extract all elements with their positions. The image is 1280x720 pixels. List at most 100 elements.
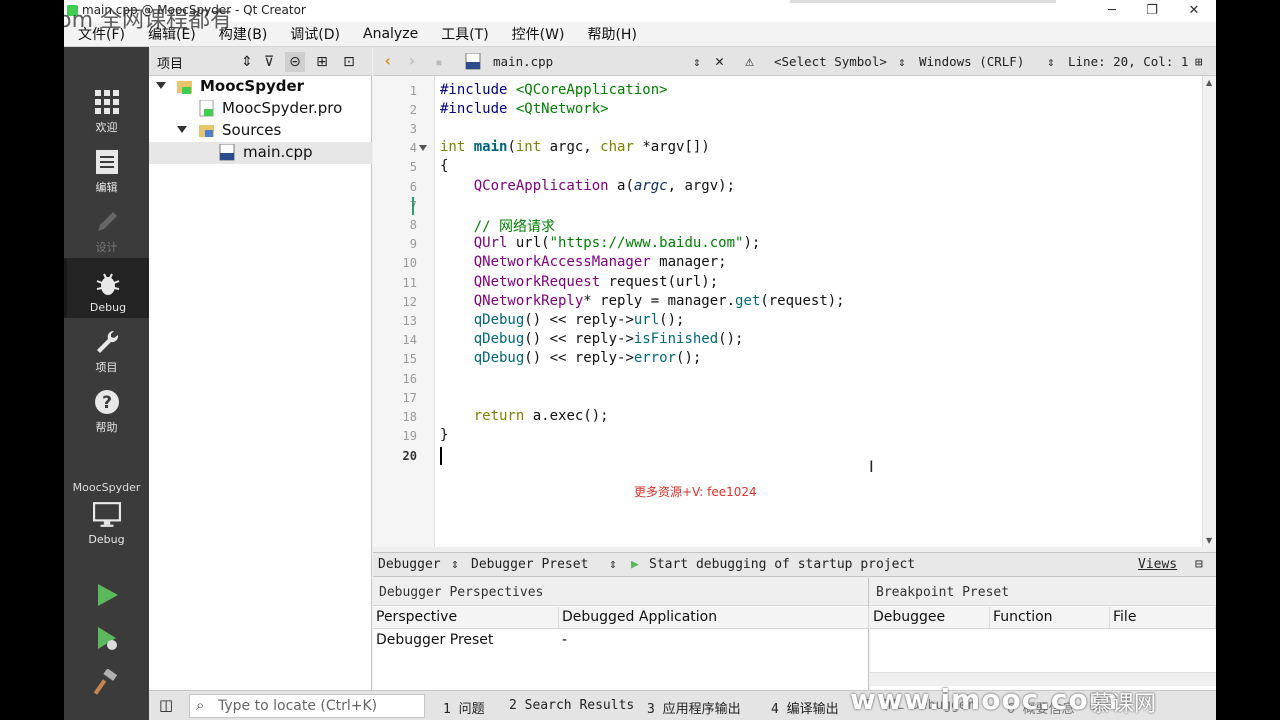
tree-item-pro-file[interactable]: MoocSpyder.pro: [149, 98, 372, 120]
project-pane-toolbar: 项目 ⇕ ⊽ ⊝ ⊞ ⊡: [149, 47, 372, 76]
mode-help[interactable]: ? 帮助: [64, 389, 149, 449]
debugger-preset-selector[interactable]: Debugger Preset: [471, 557, 588, 572]
pencil-icon: [97, 212, 117, 231]
debuggee-column-header[interactable]: Debuggee: [870, 607, 990, 629]
pro-file-name: MoocSpyder.pro: [222, 99, 343, 117]
start-debugging-button[interactable]: Start debugging of startup project: [649, 557, 915, 572]
editor-vertical-scrollbar[interactable]: ▲ ▼: [1202, 76, 1216, 547]
line-number: 14: [402, 333, 417, 347]
help-icon: ?: [94, 390, 119, 414]
tree-item-sources[interactable]: Sources: [149, 120, 372, 142]
split-icon[interactable]: ⊞: [312, 52, 332, 72]
tab-compile-output[interactable]: 4 编译输出: [771, 698, 839, 717]
filter-icon[interactable]: ⊽: [259, 52, 279, 72]
line-number: 4: [409, 141, 417, 155]
cpp-file-icon: [465, 53, 481, 70]
mode-edit[interactable]: 编辑: [64, 149, 149, 209]
forward-icon[interactable]: ›: [407, 51, 417, 70]
toggle-sidebar-icon[interactable]: ◫: [159, 696, 173, 714]
project-pane-title[interactable]: 项目: [157, 53, 183, 72]
close-pane-icon[interactable]: ⊡: [339, 52, 359, 72]
preset-combo-arrows-icon[interactable]: ⇕: [609, 557, 617, 572]
views-button[interactable]: Views: [1138, 557, 1177, 572]
svg-text:?: ?: [102, 393, 112, 413]
application-column-header[interactable]: Debugged Application: [559, 607, 869, 629]
link-icon[interactable]: ⊝: [285, 52, 305, 72]
menu-debug[interactable]: 调试(D): [276, 24, 349, 44]
expand-arrow-icon[interactable]: [156, 82, 166, 89]
scroll-up-icon[interactable]: ▲: [1206, 78, 1212, 87]
line-number: 7: [373, 199, 417, 213]
project-name: MoocSpyder: [200, 77, 305, 95]
mode-welcome[interactable]: 欢迎: [64, 89, 149, 149]
file-combo-arrows-icon[interactable]: ⇕: [693, 54, 701, 69]
close-file-icon[interactable]: ✕: [715, 52, 724, 70]
file-column-header[interactable]: File: [1110, 607, 1216, 629]
editor-toolbar: ‹ › ▪ main.cpp ⇕ ✕ ⚠ <Select Symbol> ⇕ W…: [373, 47, 1216, 76]
ibeam-cursor-icon: I: [869, 457, 874, 476]
code-line: qDebug() << reply->url();: [473, 312, 685, 328]
open-file-name[interactable]: main.cpp: [493, 54, 553, 69]
split-editor-icon[interactable]: ⊞: [1195, 54, 1203, 69]
project-folder-icon: [177, 81, 192, 94]
combo-arrows-icon[interactable]: ⇕: [237, 52, 257, 72]
tree-item-project[interactable]: MoocSpyder: [149, 76, 372, 98]
mode-help-label: 帮助: [95, 421, 118, 434]
debugger-mode-selector[interactable]: Debugger: [378, 557, 441, 572]
grid-icon: [94, 90, 119, 114]
pro-file-icon: [199, 100, 214, 117]
locator-input[interactable]: ⌕ Type to locate (Ctrl+K): [189, 694, 425, 718]
restore-icon[interactable]: ⊟: [1195, 557, 1203, 572]
menu-widgets[interactable]: 控件(W): [498, 24, 574, 44]
kit-selector[interactable]: Debug: [64, 501, 149, 561]
mode-combo-arrows-icon[interactable]: ⇕: [451, 557, 459, 572]
warning-icon: ⚠: [745, 52, 755, 70]
back-icon[interactable]: ‹: [383, 51, 393, 70]
kit-project-name: MoocSpyder: [72, 481, 141, 494]
code-editor[interactable]: 1 2 3 4 5 6 7 8 9 10 11 12 13 14 15 16 1…: [373, 76, 1216, 547]
function-column-header[interactable]: Function: [990, 607, 1110, 629]
line-number-current: 20: [402, 449, 417, 463]
mode-debug[interactable]: Debug: [64, 258, 149, 318]
perspective-row-name[interactable]: Debugger Preset: [376, 632, 493, 648]
menu-help[interactable]: 帮助(H): [573, 24, 645, 44]
close-button[interactable]: ✕: [1172, 0, 1216, 22]
line-number: 11: [402, 276, 417, 290]
tab-application-output[interactable]: 3 应用程序输出: [647, 698, 741, 717]
code-line: qDebug() << reply->isFinished();: [473, 331, 744, 347]
hammer-icon: [93, 669, 117, 695]
tree-item-main-cpp[interactable]: main.cpp: [149, 142, 372, 164]
tab-issues[interactable]: 1 问题: [443, 698, 485, 717]
mode-sidebar: 欢迎 编辑 设计 Debug 项目 ? 帮助 MoocSpyder Debug: [64, 47, 149, 720]
build-button[interactable]: [64, 669, 149, 705]
debug-run-button[interactable]: [64, 625, 149, 661]
run-button[interactable]: [64, 582, 149, 618]
code-line: QNetworkRequest request(url);: [473, 274, 719, 290]
menu-analyze[interactable]: Analyze: [349, 26, 427, 42]
debugger-toolbar: Debugger ⇕ Debugger Preset ⇕ ▶ Start deb…: [373, 552, 1216, 577]
maximize-button[interactable]: ❐: [1130, 0, 1174, 22]
locator-placeholder: Type to locate (Ctrl+K): [218, 698, 378, 714]
imooc-cn-watermark: 慕课网: [1090, 692, 1157, 717]
menu-tools[interactable]: 工具(T): [427, 24, 497, 44]
cursor-position[interactable]: Line: 20, Col: 1: [1068, 54, 1188, 69]
line-ending-arrows-icon[interactable]: ⇕: [1047, 54, 1055, 69]
imooc-watermark: www.imooc.com: [850, 683, 1119, 716]
perspective-row-app[interactable]: -: [562, 632, 567, 648]
symbol-selector[interactable]: <Select Symbol>: [774, 54, 887, 69]
mode-projects[interactable]: 项目: [64, 329, 149, 389]
fold-arrow-icon[interactable]: [419, 145, 427, 151]
symbol-combo-arrows-icon[interactable]: ⇕: [898, 54, 906, 69]
scroll-down-icon[interactable]: ▼: [1206, 536, 1212, 545]
line-ending-selector[interactable]: Windows (CRLF): [919, 54, 1024, 69]
sources-label: Sources: [222, 121, 282, 139]
expand-arrow-icon[interactable]: [177, 126, 187, 133]
start-debug-icon[interactable]: ▶: [631, 557, 639, 572]
code-line: return a.exec();: [473, 408, 609, 424]
minimize-button[interactable]: ─: [1090, 0, 1134, 22]
line-number: 19: [402, 429, 417, 443]
line-number-gutter: 1 2 3 4 5 6 7 8 9 10 11 12 13 14 15 16 1…: [373, 76, 435, 547]
tab-search-results[interactable]: 2 Search Results: [509, 698, 634, 713]
breakpoint-title: Breakpoint Preset: [870, 578, 1216, 606]
perspective-column-header[interactable]: Perspective: [373, 607, 559, 629]
